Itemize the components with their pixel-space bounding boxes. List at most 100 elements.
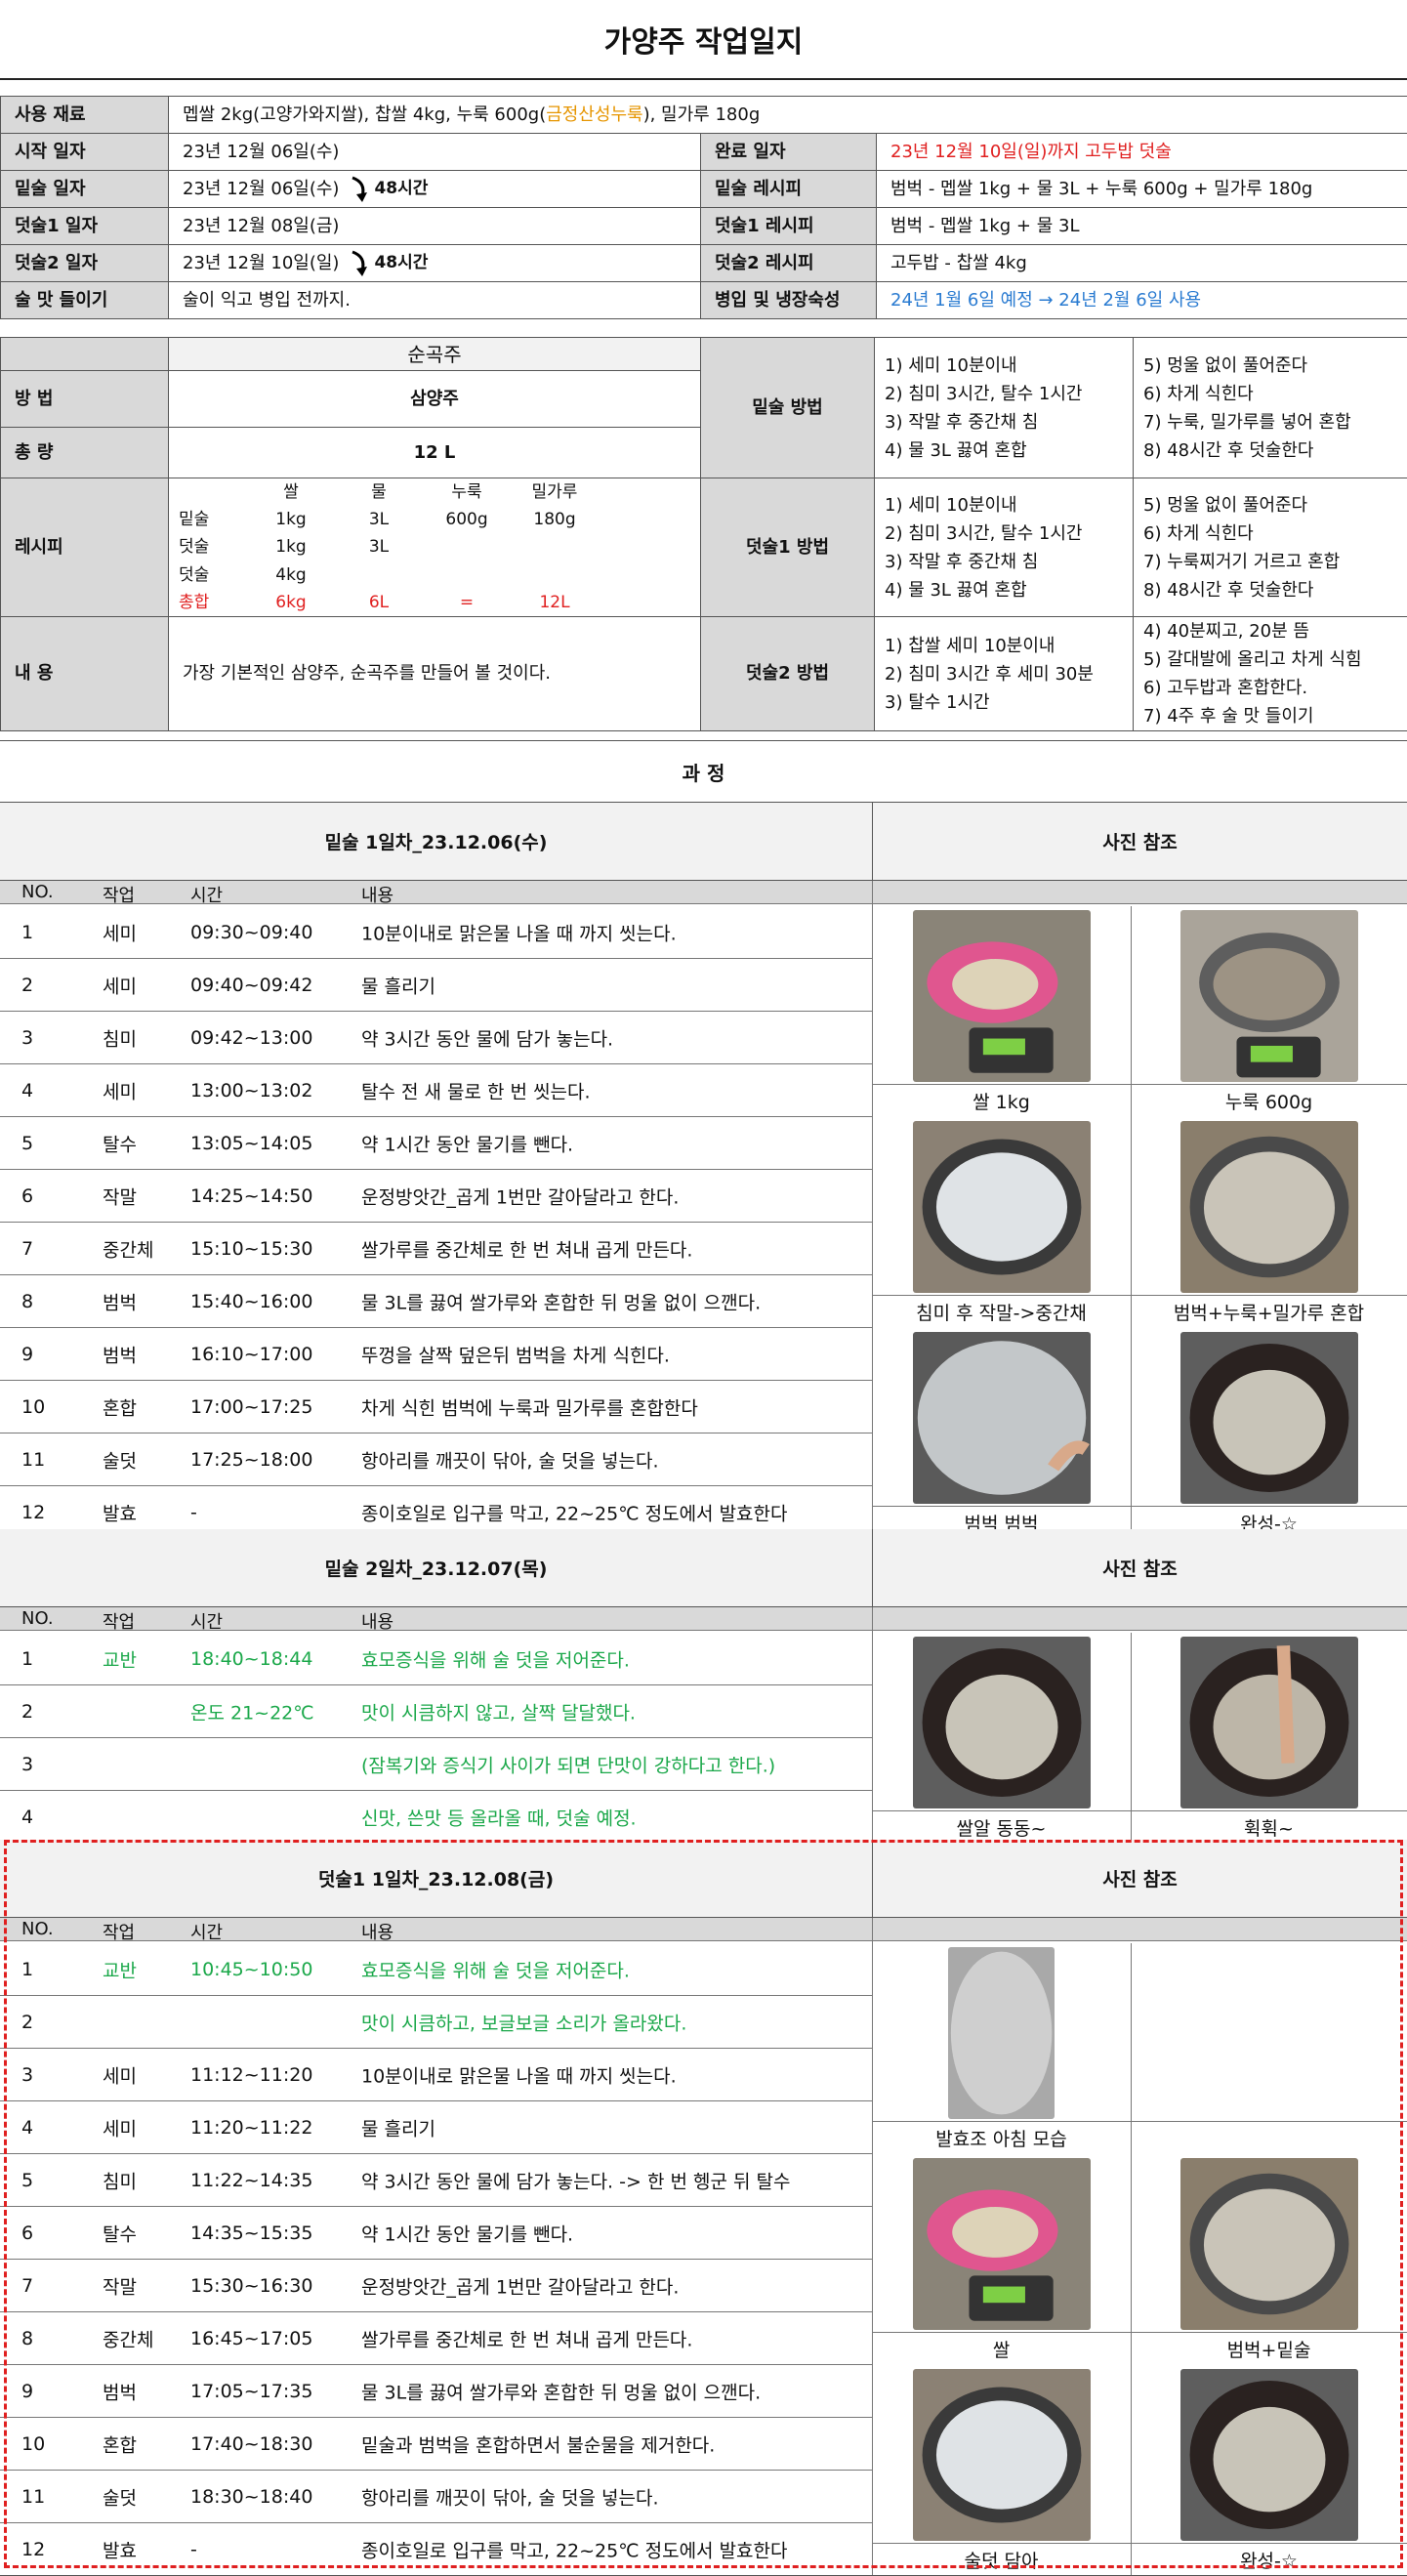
row-number: 5: [21, 2170, 33, 2191]
row-task: 술덧: [103, 1446, 137, 1473]
photo-caption: 범벅+밑술: [1131, 2336, 1407, 2362]
curved-arrow-icon: [349, 175, 370, 204]
photo-mid-divider: [1131, 906, 1132, 1539]
taste-value: 술이 익고 병입 전까지.: [169, 282, 701, 319]
photo-caption: 술덧 담아: [872, 2547, 1131, 2573]
method-value: 삼양주: [169, 371, 701, 428]
d2-method-label: 덧술2 방법: [701, 617, 875, 731]
row-time: 13:05~14:05: [190, 1133, 312, 1154]
materials-label: 사용 재료: [1, 97, 169, 134]
method-corner: [1, 338, 169, 371]
caption-divider: [872, 2121, 1131, 2122]
table-row: 1교반18:40~18:44효모증식을 위해 술 덧을 저어준다.: [0, 1633, 872, 1685]
reference-photo: [913, 2158, 1091, 2330]
column-header: 작업: [103, 882, 135, 907]
caption-divider: [1131, 2121, 1407, 2122]
row-task: 세미: [103, 1077, 137, 1103]
caption-divider: [872, 1084, 1131, 1085]
total-value: 12 L: [169, 428, 701, 478]
row-task: 침미: [103, 2167, 137, 2193]
photo-caption: 완성-☆: [1131, 2547, 1407, 2573]
row-time: 09:30~09:40: [190, 922, 312, 943]
row-number: 4: [21, 2117, 33, 2139]
row-content: 약 1시간 동안 물기를 뺀다.: [361, 2220, 573, 2246]
caption-divider: [1131, 1295, 1407, 1296]
table-row: 11술덧17:25~18:00항아리를 깨끗이 닦아, 술 덧을 넣는다.: [0, 1433, 872, 1486]
d2-steps-b: 4) 40분찌고, 20분 뜸5) 갈대발에 올리고 차게 식힘6) 고두밥과 …: [1134, 617, 1407, 731]
d1-steps-a: 1) 세미 10분이내2) 침미 3시간, 탈수 1시간3) 작말 후 중간채 …: [875, 478, 1134, 617]
page-title: 가양주 작업일지: [604, 18, 804, 61]
row-content: 밑술과 범벅을 혼합하면서 불순물을 제거한다.: [361, 2431, 715, 2457]
row-content: 운정방앗간_곱게 1번만 갈아달라고 한다.: [361, 1183, 679, 1209]
start-date-label: 시작 일자: [1, 134, 169, 171]
table-row: 9범벅16:10~17:00뚜껑을 살짝 덮은뒤 범벅을 차게 식힌다.: [0, 1328, 872, 1381]
row-time: 13:00~13:02: [190, 1080, 312, 1101]
row-number: 6: [21, 1185, 33, 1207]
row-content: 쌀가루를 중간체로 한 번 쳐내 곱게 만든다.: [361, 1235, 692, 1262]
row-content: 맛이 시큼하지 않고, 살짝 달달했다.: [361, 1698, 636, 1724]
row-content: 뚜껑을 살짝 덮은뒤 범벅을 차게 식힌다.: [361, 1341, 670, 1367]
row-number: 2: [21, 1701, 33, 1723]
row-time: 11:12~11:20: [190, 2064, 312, 2086]
column-header: NO.: [21, 1919, 54, 1939]
photo-ref-title: 사진 참조: [872, 803, 1407, 881]
done-date-label: 완료 일자: [701, 134, 877, 171]
photo-ref-title: 사진 참조: [872, 1529, 1407, 1607]
gap-arrow-2: 48시간: [349, 249, 428, 278]
row-task: 발효: [103, 2536, 137, 2562]
row-number: 12: [21, 2539, 45, 2560]
row-content: 약 3시간 동안 물에 담가 놓는다. -> 한 번 헹군 뒤 탈수: [361, 2167, 790, 2193]
column-header: 작업: [103, 1608, 135, 1634]
row-time: 11:22~14:35: [190, 2170, 312, 2191]
reference-photo: [948, 1947, 1055, 2119]
d2-recipe-value: 고두밥 - 찹쌀 4kg: [877, 245, 1407, 282]
row-time: 14:25~14:50: [190, 1185, 312, 1207]
row-number: 1: [21, 922, 33, 943]
table-row: 3침미09:42~13:00약 3시간 동안 물에 담가 놓는다.: [0, 1012, 872, 1064]
row-content: 효모증식을 위해 술 덧을 저어준다.: [361, 1645, 630, 1672]
row-number: 11: [21, 2486, 45, 2508]
row-number: 7: [21, 1238, 33, 1260]
d1-steps-a-list: 1) 세미 10분이내2) 침미 3시간, 탈수 1시간3) 작말 후 중간채 …: [875, 491, 1133, 604]
mit-steps-a: 1) 세미 10분이내2) 침미 3시간, 탈수 1시간3) 작말 후 중간채 …: [875, 338, 1134, 478]
photo-mid-divider: [1131, 1943, 1132, 2576]
row-number: 2: [21, 2012, 33, 2033]
row-content: 항아리를 깨끗이 닦아, 술 덧을 넣는다.: [361, 1446, 658, 1473]
taste-label: 술 맛 들이기: [1, 282, 169, 319]
row-task: 혼합: [103, 2431, 137, 2457]
column-header: 내용: [361, 1608, 393, 1634]
photo-mid-divider: [1131, 1633, 1132, 1844]
d1-steps-b-list: 5) 멍울 없이 풀어준다6) 차게 식힌다7) 누룩찌거기 거르고 혼합8) …: [1134, 491, 1407, 604]
reference-photo: [1180, 2158, 1358, 2330]
table-row: 2세미09:40~09:42물 흘리기: [0, 959, 872, 1012]
row-task: 중간체: [103, 2325, 153, 2351]
row-time: 16:10~17:00: [190, 1344, 312, 1365]
row-content: 항아리를 깨끗이 닦아, 술 덧을 넣는다.: [361, 2483, 658, 2510]
row-content: 10분이내로 맑은물 나올 때 까지 씻는다.: [361, 919, 677, 945]
row-content: 운정방앗간_곱게 1번만 갈아달라고 한다.: [361, 2272, 679, 2299]
content-label: 내 용: [1, 617, 169, 731]
d2-recipe-label: 덧술2 레시피: [701, 245, 877, 282]
row-content: 효모증식을 위해 술 덧을 저어준다.: [361, 1956, 630, 1982]
gap-1-label: 48시간: [374, 178, 428, 199]
row-task: 교반: [103, 1956, 137, 1982]
table-row: 10혼합17:00~17:25차게 식힌 범벅에 누룩과 밀가루를 혼합한다: [0, 1381, 872, 1433]
content-value: 가장 기본적인 삼양주, 순곡주를 만들어 볼 것이다.: [169, 617, 701, 731]
table-row: 9범벅17:05~17:35물 3L를 끓여 쌀가루와 혼합한 뒤 멍울 없이 …: [0, 2365, 872, 2418]
d2-steps-a-list: 1) 찹쌀 세미 10분이내2) 침미 3시간 후 세미 30분3) 탈수 1시…: [875, 632, 1133, 717]
table-row: 1교반10:45~10:50효모증식을 위해 술 덧을 저어준다.: [0, 1943, 872, 1996]
reference-photo: [913, 1637, 1091, 1808]
d2-date-cell: 23년 12월 10일(일)48시간: [169, 245, 701, 282]
row-time: 17:25~18:00: [190, 1449, 312, 1471]
row-content: 물 3L를 끓여 쌀가루와 혼합한 뒤 멍울 없이 으깬다.: [361, 2378, 761, 2404]
d1-recipe-value: 범벅 - 멥쌀 1kg + 물 3L: [877, 208, 1407, 245]
row-number: 4: [21, 1080, 33, 1101]
process-title: 과 정: [0, 740, 1407, 803]
caption-divider: [872, 1506, 1131, 1507]
row-task: 세미: [103, 919, 137, 945]
mit-recipe-value: 범벅 - 멥쌀 1kg + 물 3L + 누룩 600g + 밀가루 180g: [877, 171, 1407, 208]
photo-caption: 휙휙~: [1131, 1814, 1407, 1841]
table-row: 5탈수13:05~14:05약 1시간 동안 물기를 뺀다.: [0, 1117, 872, 1170]
column-header: 시간: [190, 882, 223, 907]
row-task: 세미: [103, 2061, 137, 2088]
